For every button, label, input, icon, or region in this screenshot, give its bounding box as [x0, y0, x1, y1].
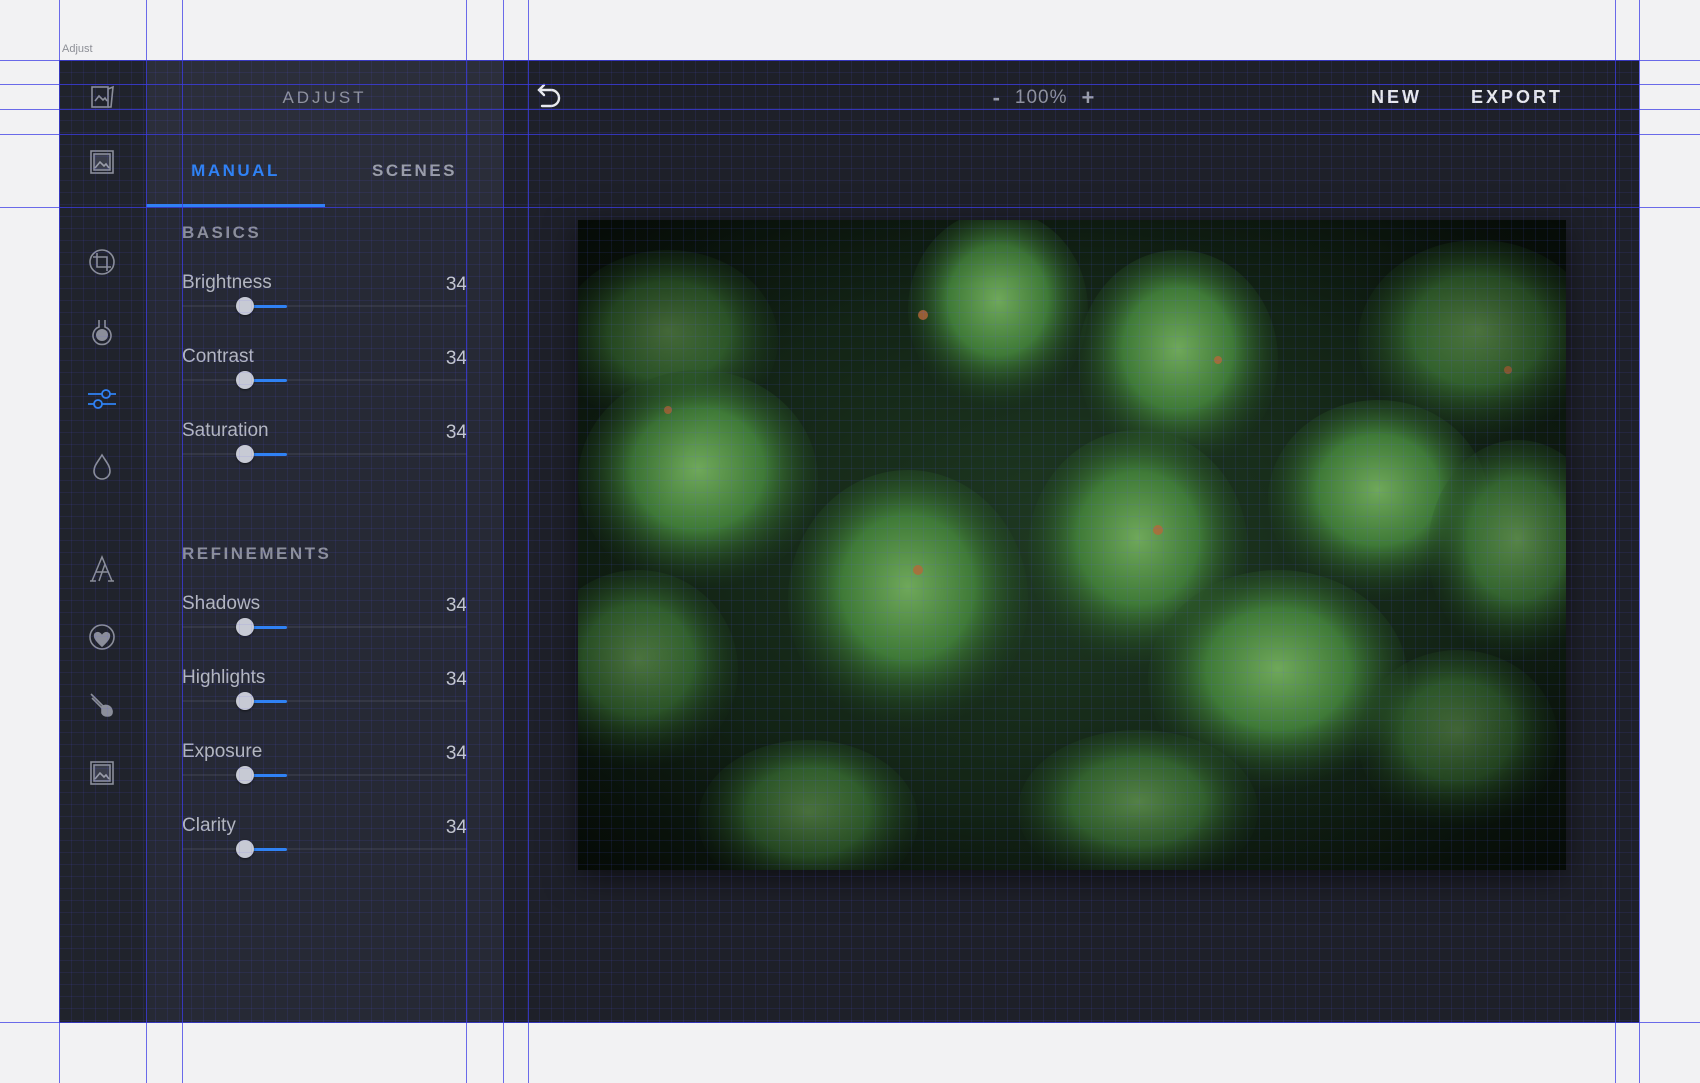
highlights-slider-thumb[interactable] [236, 692, 254, 710]
zoom-control: - 100% + [959, 60, 1129, 135]
clarity-slider-thumb[interactable] [236, 840, 254, 858]
exposure-slider-thumb[interactable] [236, 766, 254, 784]
exposure-label: Exposure [182, 741, 263, 762]
contrast-slider-thumb[interactable] [236, 371, 254, 389]
frame-label: Adjust [62, 43, 93, 55]
shadows-slider-track[interactable] [182, 626, 467, 628]
refinements-section-title: REFINEMENTS [182, 544, 332, 563]
drop-tool-button[interactable] [83, 448, 121, 486]
clarity-label: Clarity [182, 815, 236, 836]
undo-icon[interactable] [531, 80, 565, 114]
brightness-slider-track[interactable] [182, 305, 467, 307]
sticker-tool-button[interactable] [83, 618, 121, 656]
exposure-slider-track[interactable] [182, 774, 467, 776]
highlights-label: Highlights [182, 667, 266, 688]
zoom-out-button[interactable]: - [993, 85, 1001, 111]
mode-tabs: MANUAL SCENES [146, 135, 503, 207]
photo-editor-app: ADJUST MANUAL SCENES BASICS Brightness 3… [59, 60, 1639, 1023]
export-button[interactable]: EXPORT [1471, 60, 1563, 135]
exposure-value: 34 [445, 743, 467, 764]
clarity-control: Clarity 34 [182, 815, 467, 875]
basics-section-title: BASICS [182, 223, 262, 242]
shadows-control: Shadows 34 [182, 593, 467, 653]
drop-icon [93, 453, 111, 480]
layers-tool-button[interactable] [83, 78, 121, 116]
text-icon [90, 555, 114, 582]
brightness-value: 34 [445, 274, 467, 295]
frame-icon [90, 761, 114, 785]
adjust-tool-button[interactable] [83, 380, 121, 418]
highlights-slider-track[interactable] [182, 700, 467, 702]
saturation-slider-thumb[interactable] [236, 445, 254, 463]
new-button[interactable]: NEW [1371, 60, 1422, 135]
saturation-control: Saturation 34 [182, 420, 467, 480]
filter-tool-button[interactable] [83, 312, 121, 350]
layers-icon [91, 85, 114, 108]
brightness-control: Brightness 34 [182, 272, 467, 332]
tab-scenes[interactable]: SCENES [325, 135, 504, 207]
highlights-value: 34 [445, 669, 467, 690]
active-tab-indicator [146, 204, 325, 207]
shadows-value: 34 [445, 595, 467, 616]
brush-icon [90, 693, 113, 717]
filter-icon [92, 320, 112, 346]
photo-canvas[interactable] [578, 220, 1566, 870]
brightness-label: Brightness [182, 272, 272, 293]
contrast-slider-track[interactable] [182, 379, 467, 381]
clarity-slider-track[interactable] [182, 848, 467, 850]
image-tool-button[interactable] [83, 143, 121, 181]
panel-title: ADJUST [146, 60, 503, 135]
text-tool-button[interactable] [83, 550, 121, 588]
pine-photo [578, 220, 1566, 870]
contrast-value: 34 [445, 348, 467, 369]
adjust-sliders-icon [88, 389, 116, 409]
tool-rail [59, 60, 146, 1023]
highlights-control: Highlights 34 [182, 667, 467, 727]
zoom-in-button[interactable]: + [1082, 85, 1096, 111]
crop-icon [89, 249, 115, 275]
contrast-control: Contrast 34 [182, 346, 467, 406]
zoom-level: 100% [1014, 86, 1068, 108]
saturation-label: Saturation [182, 420, 269, 441]
saturation-value: 34 [445, 422, 467, 443]
frame-tool-button[interactable] [83, 754, 121, 792]
tab-manual[interactable]: MANUAL [146, 135, 325, 207]
canvas-toolbar: - 100% + NEW EXPORT [503, 60, 1639, 135]
crop-tool-button[interactable] [83, 243, 121, 281]
shadows-label: Shadows [182, 593, 261, 614]
brightness-slider-thumb[interactable] [236, 297, 254, 315]
saturation-slider-track[interactable] [182, 453, 467, 455]
image-icon [90, 150, 114, 174]
brush-tool-button[interactable] [83, 686, 121, 724]
contrast-label: Contrast [182, 346, 254, 367]
layout-guide [1639, 0, 1640, 1083]
adjust-panel: ADJUST MANUAL SCENES BASICS Brightness 3… [146, 60, 503, 1023]
exposure-control: Exposure 34 [182, 741, 467, 801]
sticker-icon [89, 624, 115, 650]
clarity-value: 34 [445, 817, 467, 838]
shadows-slider-thumb[interactable] [236, 618, 254, 636]
